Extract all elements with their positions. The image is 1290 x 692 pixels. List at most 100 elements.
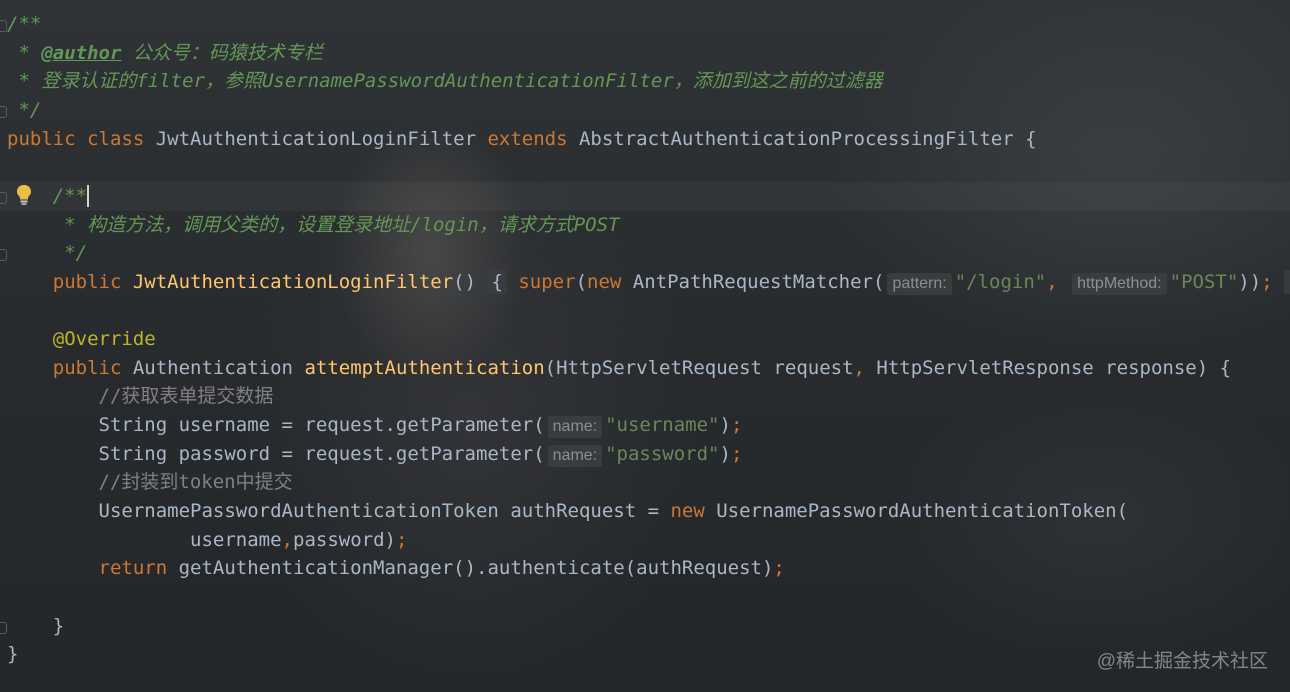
- fold-marker-icon[interactable]: [0, 191, 7, 204]
- code-token: extends: [487, 127, 579, 150]
- code-line[interactable]: [0, 583, 1290, 612]
- code-line-content: //获取表单提交数据: [7, 382, 274, 411]
- code-token: * 登录认证的filter，参照UsernamePasswordAuthenti…: [7, 70, 883, 93]
- code-token: ;: [730, 442, 743, 465]
- code-token: */: [7, 98, 42, 121]
- code-token: JwtAuthenticationLoginFilter: [155, 127, 488, 150]
- code-token: }: [7, 614, 65, 637]
- code-token: ,: [281, 528, 293, 551]
- code-token: * 构造方法，调用父类的，设置登录地址/login，请求方式POST: [7, 213, 620, 236]
- code-token: "/login": [954, 270, 1047, 293]
- code-line[interactable]: */: [0, 239, 1290, 268]
- code-token: ,: [853, 356, 877, 379]
- code-line[interactable]: /**: [0, 182, 1290, 211]
- fold-marker-icon[interactable]: [0, 105, 7, 118]
- code-token: ;: [773, 557, 785, 580]
- code-token: attemptAuthentication: [304, 356, 545, 379]
- code-token: public: [7, 270, 133, 293]
- code-token: HttpServletResponse response) {: [876, 356, 1232, 379]
- code-token: /**: [7, 13, 42, 35]
- code-token: String username = request.getParameter(: [7, 414, 545, 437]
- code-token: JwtAuthenticationLoginFilter: [132, 270, 454, 293]
- code-line-content: public class JwtAuthenticationLoginFilte…: [7, 125, 1037, 154]
- code-token: //获取表单提交数据: [7, 385, 274, 408]
- code-line[interactable]: //封装到token中提交: [0, 468, 1290, 497]
- code-line[interactable]: UsernamePasswordAuthenticationToken auth…: [0, 497, 1290, 526]
- code-token: )): [1238, 270, 1262, 293]
- code-line[interactable]: * 构造方法，调用父类的，设置登录地址/login，请求方式POST: [0, 211, 1290, 240]
- code-line[interactable]: }: [0, 612, 1290, 641]
- code-line-content: String password = request.getParameter(n…: [7, 440, 742, 469]
- fold-marker-icon[interactable]: [0, 249, 7, 262]
- code-line-content: return getAuthenticationManager().authen…: [7, 554, 785, 583]
- code-line-content: /**: [7, 10, 41, 39]
- code-line[interactable]: */: [0, 96, 1290, 125]
- watermark: @稀土掘金技术社区: [1096, 651, 1268, 672]
- code-token: String password = request.getParameter(: [7, 442, 545, 465]
- code-token: public class: [7, 127, 156, 150]
- code-token: Authentication: [132, 356, 305, 379]
- code-line[interactable]: //获取表单提交数据: [0, 382, 1290, 411]
- code-line-content: UsernamePasswordAuthenticationToken auth…: [7, 497, 1129, 526]
- code-line-content: public Authentication attemptAuthenticat…: [7, 354, 1231, 383]
- code-token: 公众号：码猿技术专栏: [121, 41, 323, 64]
- code-line-content: */: [7, 239, 87, 268]
- code-line-content: }: [7, 612, 64, 641]
- code-line[interactable]: username,password);: [0, 526, 1290, 555]
- code-token: "POST": [1169, 270, 1239, 293]
- code-token: }: [7, 643, 19, 666]
- code-token: getAuthenticationManager().authenticate(…: [178, 557, 774, 580]
- fold-marker-icon[interactable]: [0, 20, 7, 32]
- code-token: "username": [605, 414, 720, 437]
- folded-brace[interactable]: }: [1284, 269, 1290, 294]
- code-line-content: @Override: [7, 325, 156, 354]
- code-line-content: public JwtAuthenticationLoginFilter() { …: [7, 268, 1290, 297]
- parameter-hint: name:: [547, 416, 603, 439]
- code-line[interactable]: public Authentication attemptAuthenticat…: [0, 354, 1290, 383]
- code-token: AntPathRequestMatcher(: [632, 270, 885, 293]
- code-token: username: [7, 528, 282, 551]
- folded-brace[interactable]: {: [487, 269, 507, 294]
- code-line-content: * 登录认证的filter，参照UsernamePasswordAuthenti…: [7, 67, 883, 96]
- code-line-content: * @author 公众号：码猿技术专栏: [7, 39, 323, 68]
- code-token: ): [719, 442, 731, 465]
- code-token: return: [7, 557, 179, 580]
- fold-marker-icon[interactable]: [0, 621, 7, 634]
- code-token: public: [7, 356, 133, 379]
- code-token: UsernamePasswordAuthenticationToken auth…: [7, 500, 671, 523]
- code-token: ;: [1261, 270, 1285, 293]
- code-line[interactable]: String username = request.getParameter(n…: [0, 411, 1290, 440]
- code-line[interactable]: [0, 297, 1290, 326]
- code-line[interactable]: @Override: [0, 325, 1290, 354]
- code-line[interactable]: /**: [0, 10, 1290, 39]
- code-line[interactable]: [0, 153, 1290, 182]
- code-line-content: String username = request.getParameter(n…: [7, 411, 742, 440]
- code-token: */: [7, 242, 88, 265]
- code-line[interactable]: return getAuthenticationManager().authen…: [0, 554, 1290, 583]
- code-line[interactable]: public JwtAuthenticationLoginFilter() { …: [0, 268, 1290, 297]
- code-token: ;: [730, 414, 743, 437]
- code-editor[interactable]: /** * @author 公众号：码猿技术专栏 * 登录认证的filter，参…: [0, 0, 1290, 692]
- code-line-content: username,password);: [7, 526, 407, 555]
- code-line[interactable]: * @author 公众号：码猿技术专栏: [0, 39, 1290, 68]
- lightbulb-icon[interactable]: [15, 184, 33, 206]
- code-token: (): [453, 270, 488, 293]
- code-token: (HttpServletRequest request: [544, 356, 854, 379]
- parameter-hint: name:: [547, 444, 603, 467]
- code-token: @Override: [7, 328, 156, 351]
- code-line[interactable]: * 登录认证的filter，参照UsernamePasswordAuthenti…: [0, 67, 1290, 96]
- code-token: ): [719, 414, 731, 437]
- code-line-content: //封装到token中提交: [7, 468, 293, 497]
- code-line-content: }: [7, 640, 18, 669]
- code-token: AbstractAuthenticationProcessingFilter {: [578, 127, 1037, 150]
- code-line-content: */: [7, 96, 41, 125]
- code-line[interactable]: public class JwtAuthenticationLoginFilte…: [0, 125, 1290, 154]
- code-line[interactable]: String password = request.getParameter(n…: [0, 440, 1290, 469]
- code-token: @author: [41, 41, 122, 64]
- code-token: *: [7, 41, 42, 64]
- parameter-hint: pattern:: [887, 272, 952, 295]
- code-token: UsernamePasswordAuthenticationToken(: [716, 500, 1129, 523]
- code-token: ,: [1046, 270, 1070, 293]
- code-token: new: [670, 500, 717, 523]
- parameter-hint: httpMethod:: [1072, 272, 1167, 295]
